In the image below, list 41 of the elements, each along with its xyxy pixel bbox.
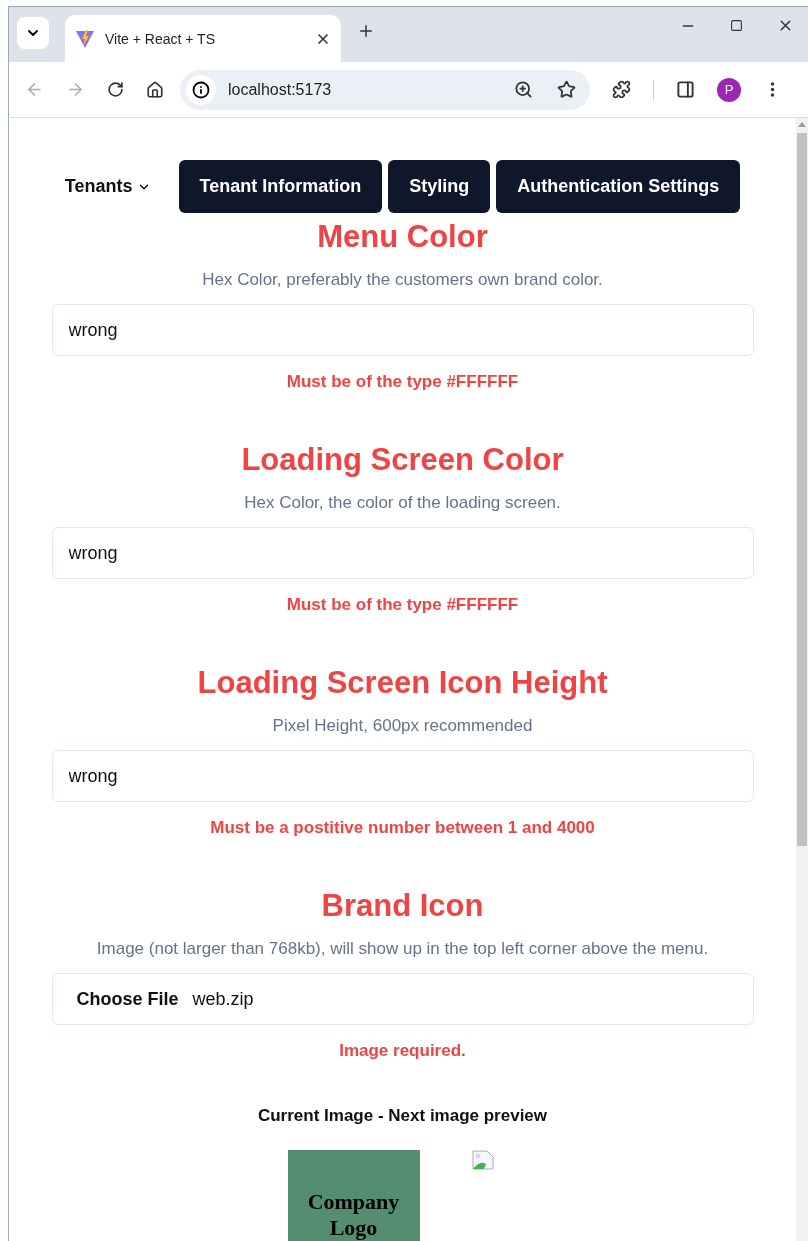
field-hint: Hex Color, the color of the loading screen.	[244, 492, 561, 514]
section-title: Menu Color	[317, 219, 488, 255]
field-hint: Hex Color, preferably the customers own brand color.	[202, 269, 603, 291]
error-message: Must be a postitive number between 1 and 4000	[210, 817, 595, 839]
input-field[interactable]: wrong	[51, 304, 754, 356]
tenants-dropdown[interactable]: Tenants	[64, 176, 151, 197]
section-title: Brand Icon	[321, 888, 484, 924]
error-message: Must be of the type #FFFFFF	[286, 371, 519, 393]
browser-tab[interactable]: Vite + React + TS	[65, 15, 341, 62]
side-panel-icon[interactable]	[676, 80, 695, 99]
nav-button[interactable]: Authentication Settings	[496, 160, 741, 213]
file-field[interactable]: Choose File web.zip	[51, 973, 754, 1025]
puzzle-icon[interactable]	[612, 80, 631, 99]
address-bar[interactable]: localhost:5173	[180, 69, 590, 110]
choose-file-button[interactable]: Choose File	[76, 988, 179, 1010]
lightning-logo-icon	[75, 28, 95, 49]
input-field[interactable]: wrong	[51, 527, 754, 579]
nav-button[interactable]: Styling	[388, 160, 491, 213]
preview-caption: Current Image - Next image preview	[257, 1106, 548, 1126]
zoom-icon[interactable]	[514, 80, 533, 99]
info-icon[interactable]	[192, 80, 210, 99]
current-image: Company Logo	[287, 1150, 420, 1241]
scrollbar[interactable]	[796, 118, 808, 1241]
nav-button[interactable]: Tenant Information	[178, 160, 383, 213]
profile-avatar[interactable]: P	[717, 77, 741, 102]
star-icon[interactable]	[557, 80, 576, 99]
tab-title: Vite + React + TS	[105, 30, 216, 47]
tab-list-button[interactable]	[17, 17, 49, 49]
field-hint: Pixel Height, 600px recommended	[272, 715, 533, 737]
reload-icon[interactable]	[107, 81, 124, 98]
broken-image-icon	[471, 1150, 494, 1170]
input-field[interactable]: wrong	[51, 750, 754, 802]
error-message: Image required.	[339, 1040, 466, 1062]
file-name: web.zip	[192, 988, 254, 1010]
error-message: Must be of the type #FFFFFF	[286, 594, 519, 616]
url-text: localhost:5173	[228, 80, 333, 99]
section-title: Loading Screen Icon Height	[197, 665, 608, 701]
section-title: Loading Screen Color	[241, 442, 564, 478]
home-icon[interactable]	[146, 80, 164, 99]
field-hint: Image (not larger than 768kb), will show up in the top left corner above the menu.	[96, 938, 709, 960]
maximize-icon[interactable]	[730, 17, 743, 34]
